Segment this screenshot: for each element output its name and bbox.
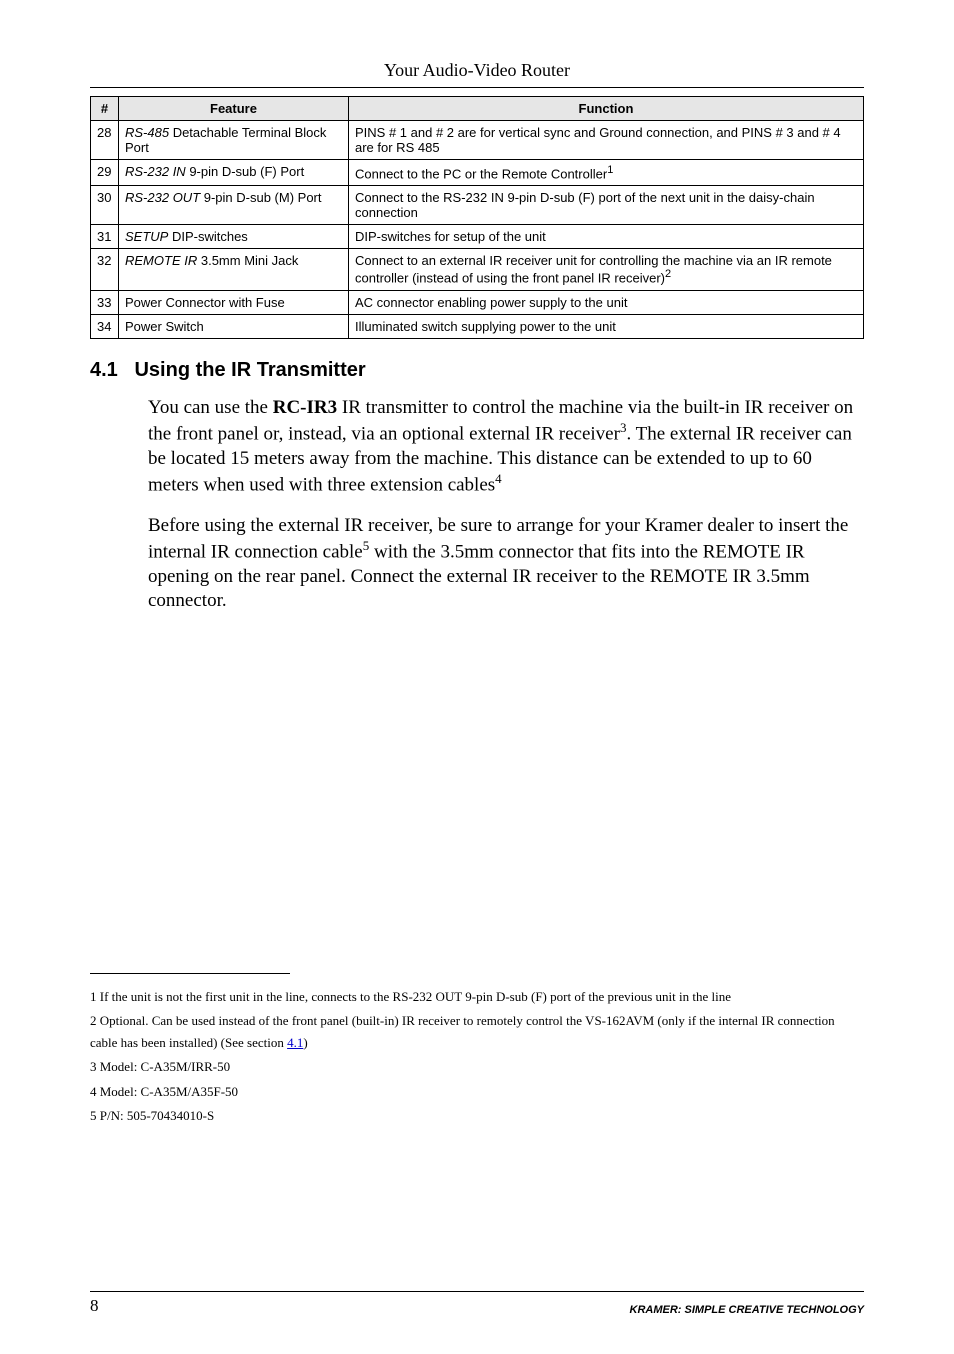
cell-feature: Power Connector with Fuse <box>119 290 349 314</box>
page-number: 8 <box>90 1296 99 1316</box>
p1-a: You can use the <box>148 397 273 418</box>
cell-feature: RS-485 Detachable Terminal Block Port <box>119 121 349 160</box>
cell-function: AC connector enabling power supply to th… <box>349 290 864 314</box>
function-text: Connect to the PC or the Remote Controll… <box>355 166 607 181</box>
cell-function: DIP-switches for setup of the unit <box>349 225 864 249</box>
feature-rest: 9-pin D-sub (M) Port <box>200 190 321 205</box>
cell-function: Illuminated switch supplying power to th… <box>349 314 864 338</box>
table-row: 31 SETUP DIP-switches DIP-switches for s… <box>91 225 864 249</box>
cell-num: 33 <box>91 290 119 314</box>
cell-feature: SETUP DIP-switches <box>119 225 349 249</box>
table-row: 34 Power Switch Illuminated switch suppl… <box>91 314 864 338</box>
page-header-title: Your Audio-Video Router <box>90 60 864 81</box>
cell-function: PINS # 1 and # 2 are for vertical sync a… <box>349 121 864 160</box>
cell-feature: RS-232 OUT 9-pin D-sub (M) Port <box>119 186 349 225</box>
paragraph-1: You can use the RC-IR3 IR transmitter to… <box>148 396 864 498</box>
cell-function: Connect to the RS-232 IN 9-pin D-sub (F)… <box>349 186 864 225</box>
feature-italic: REMOTE IR <box>125 253 197 268</box>
footnote-3: 3 Model: C-A35M/IRR-50 <box>90 1056 864 1078</box>
section-heading: 4.1 Using the IR Transmitter <box>90 359 864 382</box>
cell-function: Connect to the PC or the Remote Controll… <box>349 160 864 186</box>
cell-feature: Power Switch <box>119 314 349 338</box>
col-feature: Feature <box>119 97 349 121</box>
cell-num: 28 <box>91 121 119 160</box>
feature-italic: RS-485 <box>125 125 169 140</box>
feature-rest: 9-pin D-sub (F) Port <box>186 164 304 179</box>
feature-italic: RS-232 OUT <box>125 190 200 205</box>
col-num: # <box>91 97 119 121</box>
function-text: Connect to an external IR receiver unit … <box>355 253 832 285</box>
feature-rest: DIP-switches <box>168 229 247 244</box>
table-row: 32 REMOTE IR 3.5mm Mini Jack Connect to … <box>91 249 864 290</box>
footnote-ref: 1 <box>607 164 613 176</box>
section-number: 4.1 <box>90 359 118 381</box>
table-row: 30 RS-232 OUT 9-pin D-sub (M) Port Conne… <box>91 186 864 225</box>
table-row: 29 RS-232 IN 9-pin D-sub (F) Port Connec… <box>91 160 864 186</box>
footnote-link[interactable]: 4.1 <box>287 1035 303 1050</box>
p1-bold: RC-IR3 <box>273 397 337 418</box>
page-footer: 8 KRAMER: SIMPLE CREATIVE TECHNOLOGY <box>90 1291 864 1316</box>
footnote-4: 4 Model: C-A35M/A35F-50 <box>90 1081 864 1103</box>
feature-italic: RS-232 IN <box>125 164 186 179</box>
table-header-row: # Feature Function <box>91 97 864 121</box>
table-row: 28 RS-485 Detachable Terminal Block Port… <box>91 121 864 160</box>
footer-brand: KRAMER: SIMPLE CREATIVE TECHNOLOGY <box>630 1304 864 1316</box>
cell-num: 32 <box>91 249 119 290</box>
footnote-ref: 4 <box>495 471 502 486</box>
footnotes: 1 If the unit is not the first unit in t… <box>90 986 864 1127</box>
cell-num: 30 <box>91 186 119 225</box>
cell-num: 31 <box>91 225 119 249</box>
col-function: Function <box>349 97 864 121</box>
cell-num: 34 <box>91 314 119 338</box>
footnote-2: 2 Optional. Can be used instead of the f… <box>90 1010 864 1054</box>
footnote-1: 1 If the unit is not the first unit in t… <box>90 986 864 1008</box>
header-rule <box>90 87 864 88</box>
footnote-2b: ) <box>303 1035 307 1050</box>
cell-function: Connect to an external IR receiver unit … <box>349 249 864 290</box>
cell-feature: REMOTE IR 3.5mm Mini Jack <box>119 249 349 290</box>
cell-feature: RS-232 IN 9-pin D-sub (F) Port <box>119 160 349 186</box>
paragraph-2: Before using the external IR receiver, b… <box>148 514 864 614</box>
feature-rest: 3.5mm Mini Jack <box>197 253 298 268</box>
footnote-2a: 2 Optional. Can be used instead of the f… <box>90 1013 835 1050</box>
feature-italic: SETUP <box>125 229 168 244</box>
footnote-ref: 2 <box>665 268 671 280</box>
feature-table: # Feature Function 28 RS-485 Detachable … <box>90 96 864 339</box>
footnote-5: 5 P/N: 505-70434010-S <box>90 1105 864 1127</box>
cell-num: 29 <box>91 160 119 186</box>
table-row: 33 Power Connector with Fuse AC connecto… <box>91 290 864 314</box>
section-title: Using the IR Transmitter <box>134 359 365 381</box>
footnote-rule <box>90 973 290 974</box>
